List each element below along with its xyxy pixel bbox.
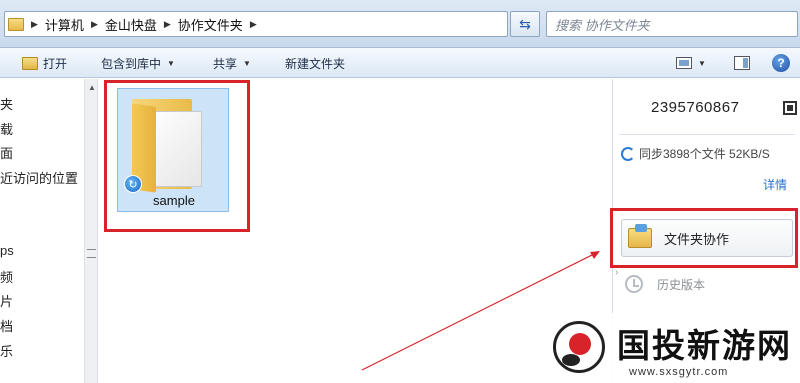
- refresh-button[interactable]: ⇆: [510, 11, 540, 37]
- nav-scrollbar[interactable]: ▲: [84, 79, 98, 383]
- nav-item[interactable]: 载: [0, 119, 13, 138]
- details-link[interactable]: 详情: [763, 176, 787, 193]
- address-bar-region: ▶ 计算机 ▶ 金山快盘 ▶ 协作文件夹 ▶ ⇆ 搜索 协作文件夹: [0, 0, 800, 48]
- include-in-library-button[interactable]: 包含到库中 ▼: [101, 48, 175, 78]
- sync-icon: [621, 146, 635, 161]
- breadcrumb-computer[interactable]: 计算机: [45, 12, 84, 36]
- caret-down-icon: ▼: [167, 58, 175, 68]
- caret-down-icon: ▼: [698, 58, 706, 68]
- command-bar: 打开 包含到库中 ▼ 共享 ▼ 新建文件夹 ▼ ?: [0, 48, 800, 78]
- nav-item[interactable]: ps: [0, 243, 14, 258]
- nav-item[interactable]: 乐: [0, 341, 13, 360]
- nav-item[interactable]: 档: [0, 316, 13, 335]
- nav-item[interactable]: 近访问的位置: [0, 168, 78, 187]
- watermark-url: www.sxsgytr.com: [629, 366, 729, 378]
- chevron-right-icon[interactable]: ▶: [84, 19, 105, 30]
- preview-pane-button[interactable]: [734, 48, 750, 78]
- search-input[interactable]: 搜索 协作文件夹: [546, 11, 798, 37]
- highlight-box-collab: [610, 208, 798, 268]
- new-folder-button[interactable]: 新建文件夹: [285, 48, 345, 78]
- refresh-icon: ⇆: [519, 15, 531, 32]
- watermark-logo: [553, 321, 605, 373]
- include-library-label: 包含到库中: [101, 56, 162, 71]
- breadcrumb-kuaipan[interactable]: 金山快盘: [105, 12, 157, 36]
- share-button[interactable]: 共享 ▼: [213, 48, 251, 78]
- scroll-up-icon[interactable]: ▲: [88, 83, 96, 92]
- preview-pane-icon: [734, 56, 750, 70]
- divider: [619, 134, 795, 135]
- clock-icon: [625, 275, 643, 293]
- scroll-grip[interactable]: [87, 249, 96, 258]
- sync-status-text: 同步3898个文件 52KB/S: [639, 147, 770, 161]
- chevron-right-icon: ›: [615, 267, 619, 278]
- sync-status: 同步3898个文件 52KB/S: [621, 145, 770, 162]
- nav-item[interactable]: 夹: [0, 94, 13, 113]
- open-button[interactable]: 打开: [22, 48, 67, 78]
- chevron-right-icon[interactable]: ▶: [243, 19, 264, 30]
- account-id: 2395760867: [651, 99, 740, 116]
- open-label: 打开: [43, 56, 68, 71]
- watermark-title: 国投新游网: [617, 326, 792, 365]
- history-label: 历史版本: [657, 277, 706, 292]
- qr-code-icon[interactable]: [783, 101, 797, 115]
- help-button[interactable]: ?: [772, 48, 790, 78]
- chevron-right-icon[interactable]: ▶: [157, 19, 178, 30]
- open-folder-icon: [22, 56, 38, 70]
- history-versions-button[interactable]: 历史版本: [625, 275, 705, 293]
- share-label: 共享: [213, 56, 238, 71]
- nav-item[interactable]: 频: [0, 267, 13, 286]
- caret-down-icon: ▼: [243, 58, 251, 68]
- breadcrumb-collab-folder[interactable]: 协作文件夹: [178, 12, 243, 36]
- address-bar[interactable]: ▶ 计算机 ▶ 金山快盘 ▶ 协作文件夹 ▶: [4, 11, 508, 37]
- watermark: 国投新游网 www.sxsgytr.com: [545, 313, 800, 383]
- navigation-pane: 夹 载 面 近访问的位置 ps 频 片 档 乐: [0, 79, 84, 383]
- nav-item[interactable]: 片: [0, 291, 13, 310]
- chevron-right-icon[interactable]: ▶: [24, 19, 45, 30]
- view-icon: [676, 57, 692, 69]
- new-folder-label: 新建文件夹: [285, 56, 346, 71]
- highlight-box-folder: [104, 80, 250, 232]
- nav-item[interactable]: 面: [0, 143, 13, 162]
- help-icon: ?: [772, 54, 790, 72]
- change-view-button[interactable]: ▼: [676, 48, 706, 78]
- search-placeholder: 搜索 协作文件夹: [555, 17, 650, 33]
- folder-icon: [8, 17, 24, 31]
